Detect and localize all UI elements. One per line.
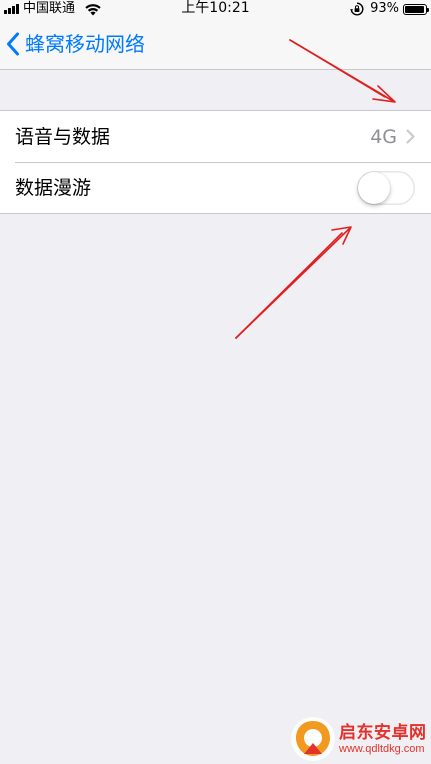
status-right: 93%: [350, 1, 429, 17]
watermark: 启东安卓网 www.qdltdkg.com: [290, 714, 431, 764]
navigation-bar: 蜂窝移动网络: [0, 20, 431, 70]
back-label: 蜂窝移动网络: [25, 32, 145, 56]
settings-group: 语音与数据 4G 数据漫游: [0, 110, 431, 214]
battery-fill: [405, 5, 424, 13]
annotation-arrow-bottom: [235, 226, 352, 339]
cell-value: 4G: [370, 125, 397, 148]
battery-icon: [403, 3, 429, 15]
chevron-left-icon: [7, 32, 19, 56]
toggle-knob: [358, 172, 390, 204]
back-button[interactable]: 蜂窝移动网络: [6, 30, 145, 58]
watermark-text: 启东安卓网 www.qdltdkg.com: [339, 723, 427, 756]
rotation-lock-icon: [350, 2, 364, 16]
data-roaming-toggle[interactable]: [357, 171, 415, 205]
battery-percent: 93%: [370, 1, 399, 16]
cell-data-roaming: 数据漫游: [0, 162, 431, 213]
cell-title: 语音与数据: [15, 125, 111, 148]
chevron-right-icon: [406, 129, 415, 144]
cell-title: 数据漫游: [15, 176, 92, 199]
watermark-title: 启东安卓网: [339, 722, 427, 743]
cell-voice-and-data[interactable]: 语音与数据 4G: [0, 111, 431, 162]
watermark-url: www.qdltdkg.com: [339, 742, 425, 755]
status-bar: 中国联通 上午10:21 93%: [0, 0, 431, 20]
watermark-logo-icon: [291, 717, 335, 761]
